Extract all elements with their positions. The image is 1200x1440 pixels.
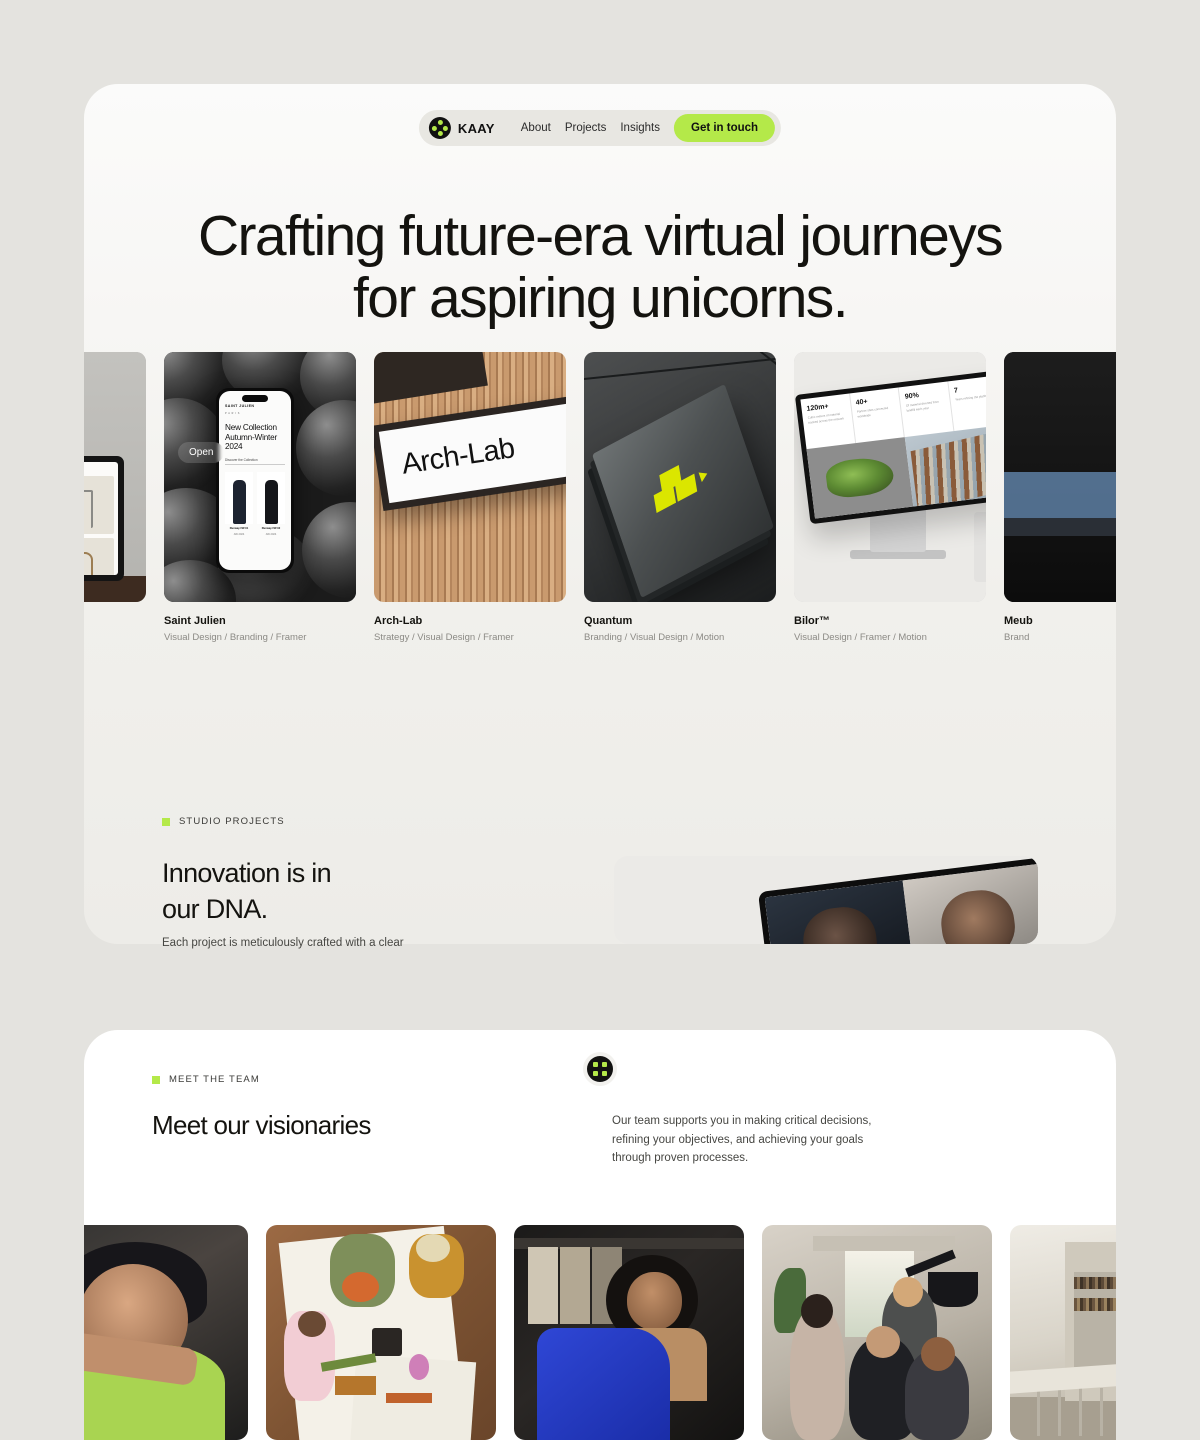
phone-link: Discover the Collection [225, 458, 285, 466]
meuble-partial-image [1004, 352, 1116, 602]
bilor-stat-note: Years refining the platform [954, 393, 986, 402]
green-square-icon [162, 817, 170, 826]
project-thumbnail[interactable] [1004, 352, 1116, 602]
bilor-stat-value: 7 [953, 387, 959, 395]
open-overlay-button[interactable]: Open [178, 442, 225, 463]
bilor-stat-note: Cubic meters of material tracked across … [807, 411, 845, 425]
hero-heading: Crafting future-era virtual journeys for… [84, 204, 1116, 330]
project-title: Bilor™ [794, 615, 831, 627]
nav-link-about[interactable]: About [521, 122, 551, 134]
arch-lab-sign-text: Arch-Lab [378, 402, 566, 504]
project-thumbnail[interactable] [584, 352, 776, 602]
project-thumbnail[interactable]: SAINT JULIEN P A R I S New Collection Au… [164, 352, 356, 602]
studio-eyebrow-label: STUDIO PROJECTS [179, 816, 285, 827]
bilor-stat-note: Of material diverted from landfill each … [905, 399, 939, 413]
get-in-touch-button[interactable]: Get in touch [674, 114, 776, 142]
bilor-stat-note: Partner sites connected worldwide [856, 405, 889, 419]
phone-item-sub: AW 2024 [265, 533, 277, 537]
phone-headline: New Collection Autumn-Winter 2024 [225, 423, 277, 452]
project-title: Meub [1004, 615, 1033, 627]
phone-brand: SAINT JULIEN [225, 404, 255, 408]
nav-link-projects[interactable]: Projects [565, 122, 607, 134]
hero-line-1: Crafting future-era virtual journeys [197, 204, 1004, 268]
team-photo-card[interactable] [266, 1225, 496, 1440]
brand[interactable]: KAAY [428, 117, 521, 139]
studio-heading: Innovation is in our DNA. [162, 856, 332, 928]
project-thumbnail[interactable]: 120m+ Cubic meters of material tracked a… [794, 352, 986, 602]
project-card[interactable]: Arch-Lab Arch-Lab Strategy / Visual Desi… [374, 352, 566, 643]
project-tags: isual Design / Framer [84, 615, 146, 626]
studio-eyebrow: STUDIO PROJECTS [162, 816, 285, 827]
project-tags: Branding / Visual Design / Motion [584, 632, 725, 643]
four-dot-circle-logo-icon [428, 117, 451, 139]
project-card[interactable]: Meub Brand [1004, 352, 1116, 643]
quantum-stacked-books-image [584, 352, 776, 602]
project-tags: Visual Design / Branding / Framer [164, 632, 307, 643]
team-panel [84, 1030, 1116, 1440]
project-title: Saint Julien [164, 615, 226, 627]
studio-heading-line-1: Innovation is in [162, 858, 332, 888]
project-card[interactable]: 120m+ Cubic meters of material tracked a… [794, 352, 986, 643]
project-carousel[interactable]: isual Design / Framer [84, 352, 1116, 643]
office-archive-room-photo [1010, 1225, 1116, 1440]
main-navbar: KAAY About Projects Insights Get in touc… [418, 110, 782, 146]
bilor-monitor-dashboard-image: 120m+ Cubic meters of material tracked a… [794, 352, 986, 602]
project-tags: Brand [1004, 632, 1030, 643]
team-photo-card[interactable] [514, 1225, 744, 1440]
two-people-embracing-photo [84, 1225, 248, 1440]
project-tags: Visual Design / Framer / Motion [794, 632, 927, 643]
team-body-text: Our team supports you in making critical… [612, 1115, 872, 1165]
project-card[interactable]: SAINT JULIEN P A R I S New Collection Au… [164, 352, 356, 643]
project-thumbnail[interactable]: Arch-Lab [374, 352, 566, 602]
hero-line-2: for aspiring unicorns. [353, 265, 848, 330]
studio-body-text: Each project is meticulously crafted wit… [162, 937, 404, 949]
arch-lab-signage-image: Arch-Lab [374, 352, 566, 602]
studio-heading-line-2: our DNA. [162, 893, 268, 924]
four-square-circle-badge-icon [583, 1052, 617, 1086]
project-card[interactable]: Quantum Branding / Visual Design / Motio… [584, 352, 776, 643]
tablet-mockup: Men's AW 2024 Collection Women's AW 2024… [757, 856, 1038, 944]
hero-panel: KAAY About Projects Insights Get in touc… [84, 84, 1116, 944]
phone-brand-sub: P A R I S [225, 412, 240, 415]
team-photo-rail[interactable] [84, 1225, 1116, 1440]
nav-links: About Projects Insights [521, 122, 674, 134]
team-reviewing-screen-photo [762, 1225, 992, 1440]
woman-in-blue-backstage-photo [514, 1225, 744, 1440]
team-eyebrow: MEET THE TEAM [152, 1074, 260, 1085]
phone-mockup: SAINT JULIEN P A R I S New Collection Au… [216, 388, 294, 573]
team-photo-card[interactable] [1010, 1225, 1116, 1440]
project-title: Quantum [584, 615, 633, 627]
saint-julien-phone-mockup-image: SAINT JULIEN P A R I S New Collection Au… [164, 352, 356, 602]
team-eyebrow-label: MEET THE TEAM [169, 1074, 260, 1085]
chairs-ecommerce-laptop-image [84, 352, 146, 602]
team-heading: Meet our visionaries [152, 1110, 371, 1140]
project-card[interactable]: isual Design / Framer [84, 352, 146, 643]
brand-label: KAAY [457, 120, 495, 136]
project-title: Arch-Lab [374, 615, 423, 627]
studio-media-card: Men's AW 2024 Collection Women's AW 2024… [614, 856, 1038, 944]
team-photo-card[interactable] [84, 1225, 248, 1440]
green-square-icon [152, 1075, 160, 1084]
phone-item-caption: Runway FW-01 [229, 527, 249, 531]
phone-item-sub: AW 2024 [233, 533, 245, 537]
project-thumbnail[interactable] [84, 352, 146, 602]
project-tags: Strategy / Visual Design / Framer [374, 632, 514, 643]
phone-item-caption: Runway FW-02 [261, 527, 281, 531]
page-root: KAAY About Projects Insights Get in touc… [0, 0, 1200, 1440]
team-photo-card[interactable] [762, 1225, 992, 1440]
nav-link-insights[interactable]: Insights [620, 122, 660, 134]
children-painting-overhead-photo [266, 1225, 496, 1440]
quantum-logo-icon [649, 453, 715, 522]
